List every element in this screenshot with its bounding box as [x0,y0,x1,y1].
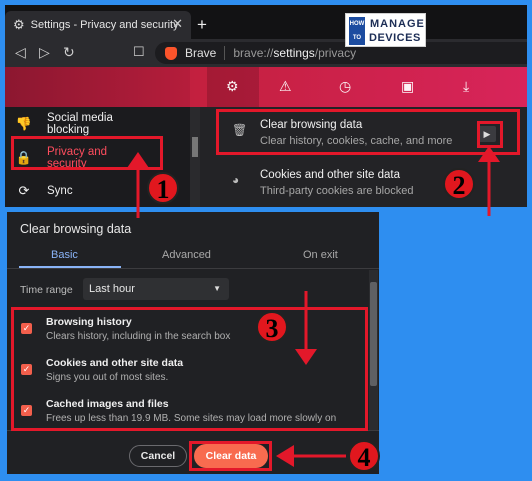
arrowhead-up [127,152,149,168]
arrowhead-left [276,445,294,467]
annotation-arrows [127,146,500,467]
step-3-badge: 3 [256,311,288,343]
arrowhead-down [295,349,317,365]
step-1-badge: 1 [147,172,179,204]
arrowhead-up [478,146,500,162]
step-4-badge: 4 [348,440,380,472]
step-2-badge: 2 [443,168,475,200]
